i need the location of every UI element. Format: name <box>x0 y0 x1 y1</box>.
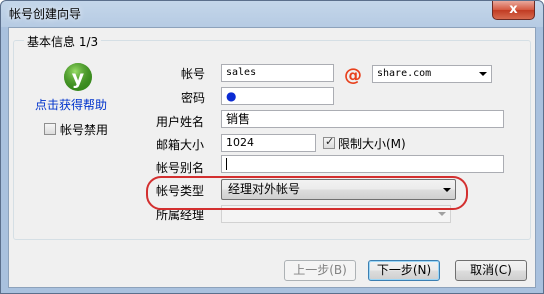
password-dot: ● <box>226 89 237 103</box>
close-button[interactable]: x <box>492 1 535 20</box>
group-title: 基本信息 1/3 <box>24 33 102 50</box>
title-bar[interactable]: 帐号创建向导 x <box>1 1 543 27</box>
at-symbol: @ <box>344 65 362 85</box>
chevron-down-icon <box>438 212 446 216</box>
disable-account-checkbox[interactable] <box>44 123 56 135</box>
limit-size-checkbox[interactable] <box>323 135 335 149</box>
domain-value: share.com <box>377 68 432 79</box>
chevron-down-icon <box>479 72 487 76</box>
cancel-button[interactable]: 取消(C) <box>455 260 527 281</box>
limit-size-label: 限制大小(M) <box>338 137 406 151</box>
username-input[interactable]: 销售 <box>221 110 504 128</box>
account-input[interactable]: sales <box>221 64 334 82</box>
help-icon[interactable]: y <box>63 62 93 92</box>
text-cursor <box>226 158 227 170</box>
wizard-window: 帐号创建向导 x 基本信息 1/3 y 点击获得帮助 帐号禁用 帐号 sales… <box>0 0 544 294</box>
domain-select[interactable]: share.com <box>372 65 492 83</box>
alias-input[interactable] <box>221 155 504 173</box>
username-label: 用户姓名 <box>156 115 205 129</box>
close-icon: x <box>509 2 518 17</box>
next-button[interactable]: 下一步(N) <box>368 260 440 281</box>
alias-label: 帐号别名 <box>156 161 205 175</box>
at-icon: @ <box>344 65 362 85</box>
password-input[interactable]: ● <box>221 87 334 105</box>
disable-account-label: 帐号禁用 <box>60 123 109 137</box>
dialog-body: 基本信息 1/3 y 点击获得帮助 帐号禁用 帐号 sales @ share.… <box>8 27 536 288</box>
svg-text:y: y <box>72 67 85 89</box>
mailbox-size-label: 邮箱大小 <box>156 138 205 152</box>
help-link[interactable]: 点击获得帮助 <box>35 96 107 113</box>
highlight-ellipse <box>146 176 468 210</box>
back-button[interactable]: 上一步(B) <box>284 260 356 281</box>
password-label: 密码 <box>181 91 206 105</box>
mailbox-size-input[interactable]: 1024 <box>221 134 316 152</box>
account-label: 帐号 <box>181 67 206 81</box>
window-title: 帐号创建向导 <box>9 7 82 21</box>
